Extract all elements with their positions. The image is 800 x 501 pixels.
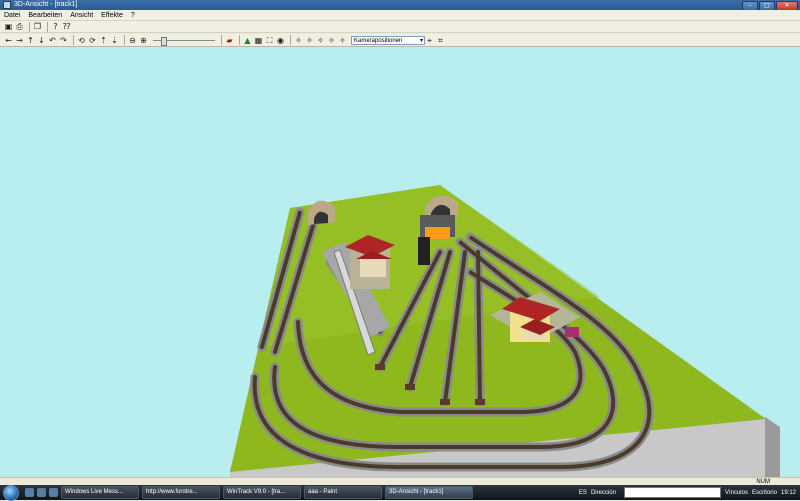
toolbar-separator	[124, 35, 125, 45]
language-indicator[interactable]: ES	[579, 490, 587, 496]
context-help-icon[interactable]: ⁇	[62, 22, 71, 31]
3d-scene	[230, 185, 780, 477]
zoom-slider-thumb[interactable]	[161, 36, 167, 46]
window-titlebar[interactable]: 3D-Ansicht - [track1] – □ ✕	[0, 0, 800, 11]
walk-left-icon[interactable]: ⟲	[77, 36, 86, 45]
rotate-right-icon[interactable]: ↷	[59, 36, 68, 45]
base-right-side	[765, 417, 780, 477]
toolbar-separator	[73, 35, 74, 45]
menu-bar: Datei Bearbeiten Ansicht Effekte ?	[0, 10, 800, 21]
toolbar-separator	[221, 35, 222, 45]
light-5-icon[interactable]: ✧	[338, 36, 347, 45]
task-button[interactable]: WinTrack V9.0 - [tra...	[223, 486, 301, 499]
light-4-icon[interactable]: ✧	[327, 36, 336, 45]
tunnel-portal-left	[308, 200, 335, 225]
camera-icon[interactable]: ◉	[276, 36, 285, 45]
toolbar-file: ▣ ⎙ ❐ ? ⁇	[0, 21, 800, 33]
walk-back-icon[interactable]: ⇣	[110, 36, 119, 45]
terrain-icon[interactable]: ▲	[243, 36, 252, 45]
task-button[interactable]: http://www.forotre...	[142, 486, 220, 499]
save-icon[interactable]: ▣	[4, 22, 13, 31]
buffer-stop	[375, 364, 385, 370]
menu-ansicht[interactable]: Ansicht	[66, 12, 97, 19]
quicklaunch-media-icon[interactable]	[49, 488, 58, 497]
camera-positions-select[interactable]: Kamerapositionen ▾	[351, 35, 425, 45]
walk-right-icon[interactable]: ⟳	[88, 36, 97, 45]
light-1-icon[interactable]: ✧	[294, 36, 303, 45]
menu-effekte[interactable]: Effekte	[97, 12, 127, 19]
start-button[interactable]	[3, 484, 19, 501]
address-label: Dirección	[590, 489, 616, 496]
task-button[interactable]: aaa - Paint	[304, 486, 382, 499]
copy-icon[interactable]: ❐	[33, 22, 42, 31]
toolbar-separator	[47, 21, 48, 32]
steam-locomotive	[418, 237, 430, 265]
menu-bearbeiten[interactable]: Bearbeiten	[24, 12, 66, 19]
fit-view-icon[interactable]: ⛶	[265, 36, 274, 45]
light-3-icon[interactable]: ✧	[316, 36, 325, 45]
buffer-stop	[475, 399, 485, 405]
zoom-out-icon[interactable]: ⊖	[128, 36, 137, 45]
light-2-icon[interactable]: ✧	[305, 36, 314, 45]
windows-taskbar: Windows Live Mess... http://www.forotre.…	[0, 484, 800, 501]
chevron-down-icon: ▾	[419, 37, 423, 44]
grid-icon[interactable]: ▦	[254, 36, 263, 45]
address-input[interactable]	[623, 487, 721, 498]
help-icon[interactable]: ?	[51, 22, 60, 31]
zoom-slider[interactable]	[153, 36, 215, 46]
buffer-stop	[405, 384, 415, 390]
zoom-in-icon[interactable]: ⊕	[139, 36, 148, 45]
camera-delete-icon[interactable]: ⌗	[436, 36, 445, 45]
window-title: 3D-Ansicht - [track1]	[14, 1, 78, 8]
3d-viewport[interactable]	[0, 47, 800, 477]
camera-add-icon[interactable]: ⌖	[425, 36, 434, 45]
train-icon[interactable]: ▰	[225, 36, 234, 45]
quicklaunch-desktop-icon[interactable]	[25, 488, 34, 497]
walk-forward-icon[interactable]: ⇡	[99, 36, 108, 45]
buffer-stop	[440, 399, 450, 405]
menu-datei[interactable]: Datei	[0, 12, 24, 19]
camera-positions-value: Kamerapositionen	[354, 37, 403, 44]
task-button-active[interactable]: 3D-Ansicht - [track1]	[385, 486, 473, 499]
arrow-right-icon[interactable]: →	[15, 36, 24, 45]
quicklaunch-ie-icon[interactable]	[37, 488, 46, 497]
task-button[interactable]: Windows Live Mess...	[61, 486, 139, 499]
desktop-label[interactable]: Escritorio	[752, 490, 777, 496]
print-icon[interactable]: ⎙	[15, 22, 24, 31]
toolbar-separator	[29, 21, 30, 32]
arrow-down-icon[interactable]: ↓	[37, 36, 46, 45]
arrow-up-icon[interactable]: ↑	[26, 36, 35, 45]
app-icon	[3, 1, 11, 9]
clock[interactable]: 19:12	[781, 490, 796, 496]
engine-shed	[420, 215, 455, 239]
menu-help[interactable]: ?	[127, 12, 139, 19]
links-label[interactable]: Vínculos	[725, 490, 748, 496]
rotate-left-icon[interactable]: ↶	[48, 36, 57, 45]
toolbar-separator	[239, 35, 240, 45]
toolbar-separator	[290, 35, 291, 45]
station-building	[345, 235, 395, 289]
arrow-left-icon[interactable]: ←	[4, 36, 13, 45]
system-tray: ES Dirección Vínculos Escritorio 19:12	[579, 485, 800, 500]
toolbar-navigation: ← → ↑ ↓ ↶ ↷ ⟲ ⟳ ⇡ ⇣ ⊖ ⊕ ▰ ▲ ▦ ⛶ ◉ ✧ ✧ ✧ …	[0, 34, 800, 47]
